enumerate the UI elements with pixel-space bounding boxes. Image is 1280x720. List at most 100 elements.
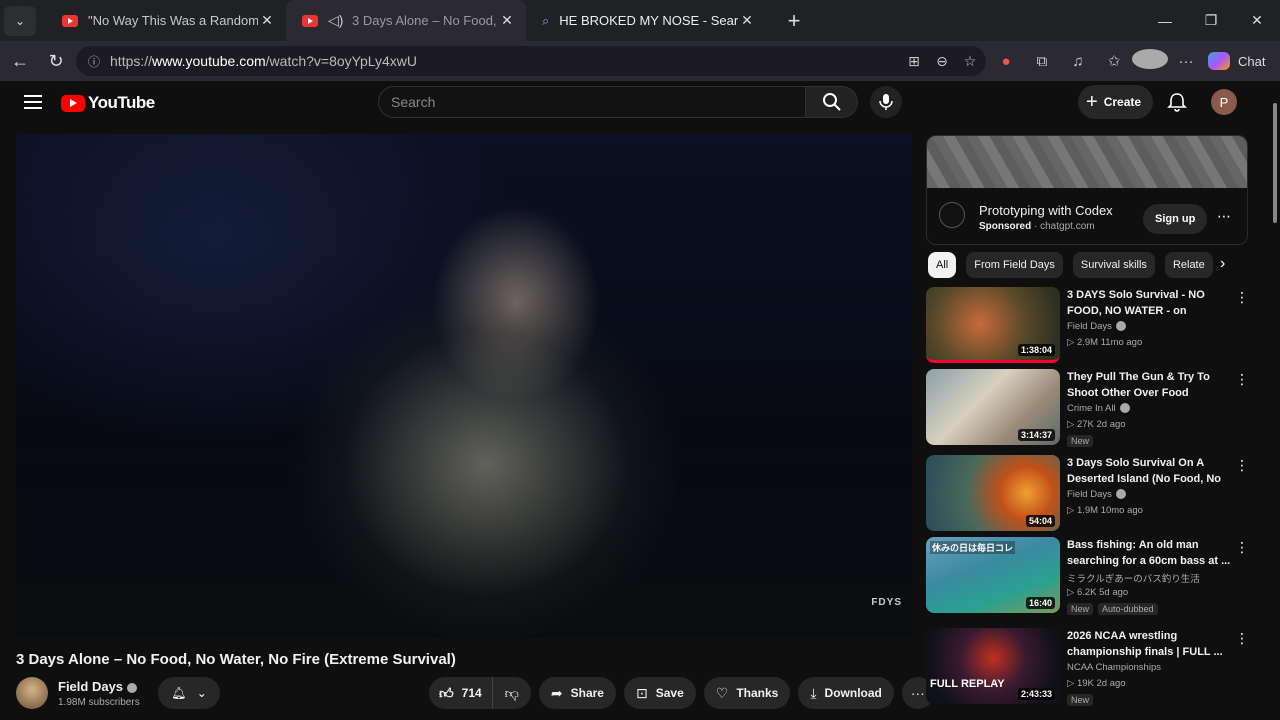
close-tab-icon[interactable]: ✕ [258, 12, 276, 29]
tab-current-video[interactable]: ◁) 3 Days Alone – No Food, No W ✕ [286, 0, 526, 41]
list-item[interactable]: 休みの日は毎日コレ 16:40 Bass fishing: An old man… [926, 537, 1256, 617]
channel-name: Field Days [58, 679, 124, 694]
search-input[interactable] [378, 86, 806, 118]
close-window-icon[interactable]: ✕ [1234, 0, 1280, 41]
video-thumbnail[interactable]: FULL REPLAY 2:43:33 [926, 628, 1060, 704]
favorite-star-icon[interactable]: ☆ [956, 53, 984, 70]
channel-watermark[interactable]: FDYS [871, 597, 902, 608]
speaker-icon[interactable]: ◁) [328, 12, 346, 29]
tab-search[interactable]: ⌕ HE BROKED MY NOSE - Search ✕ [526, 0, 766, 41]
download-button[interactable]: ⤓ Download [798, 677, 894, 709]
rec-title[interactable]: Bass fishing: An old man searching for a… [1067, 537, 1232, 569]
chat-label: Chat [1238, 53, 1266, 69]
chip-related[interactable]: Relate [1164, 252, 1213, 278]
duration-badge: 16:40 [1025, 597, 1055, 609]
tab-traffic-video[interactable]: "No Way This Was a Random Traffi ✕ [46, 0, 286, 41]
dislike-button[interactable]: 👎︎ [493, 677, 531, 709]
rec-meta: ▷ 1.9M 10mo ago [1067, 505, 1143, 516]
video-thumbnail[interactable]: 1:38:04 [926, 287, 1060, 363]
extension-badge-icon[interactable]: ● [988, 53, 1024, 70]
video-title: 3 Days Alone – No Food, No Water, No Fir… [16, 651, 456, 668]
address-bar-row: ← ↻ ⓘ https://www.youtube.com/watch?v=8o… [0, 41, 1280, 81]
app-available-icon[interactable]: ⊞ [900, 53, 928, 70]
rec-more-icon[interactable]: ⋮ [1235, 539, 1249, 556]
rec-title[interactable]: They Pull The Gun & Try To Shoot Other O… [1067, 369, 1232, 401]
rec-channel[interactable]: Field Days [1067, 321, 1126, 332]
rec-more-icon[interactable]: ⋮ [1235, 630, 1249, 647]
voice-search-button[interactable] [870, 86, 902, 118]
close-tab-icon[interactable]: ✕ [498, 12, 516, 29]
list-item[interactable]: 3:14:37 They Pull The Gun & Try To Shoot… [926, 369, 1256, 449]
rec-meta: ▷ 6.2K 5d ago [1067, 587, 1129, 598]
like-count: 714 [461, 686, 482, 700]
guide-menu-icon[interactable] [24, 95, 42, 109]
thumbs-down-icon: 👎︎ [504, 684, 519, 701]
rec-channel[interactable]: Crime In All [1067, 403, 1130, 414]
chip-all[interactable]: All [928, 252, 957, 278]
url-prefix: https:// [110, 53, 153, 69]
search-box [378, 86, 858, 118]
site-info-icon[interactable]: ⓘ [88, 53, 100, 70]
thumbnail-caption: FULL REPLAY [930, 678, 1005, 690]
chip-survival-skills[interactable]: Survival skills [1072, 252, 1155, 278]
thanks-button[interactable]: ♡ Thanks [703, 677, 791, 709]
tab-actions-chevron-icon[interactable]: ⌄ [4, 5, 36, 36]
video-thumbnail[interactable]: 休みの日は毎日コレ 16:40 [926, 537, 1060, 613]
more-menu-icon[interactable]: ··· [1168, 53, 1204, 70]
list-item[interactable]: FULL REPLAY 2:43:33 2026 NCAA wrestling … [926, 628, 1256, 708]
subscribed-notifications-button[interactable]: 🔔︎ ⌄ [158, 677, 220, 709]
chevron-down-icon: ⌄ [196, 686, 207, 700]
new-badge: New [1067, 435, 1094, 447]
rec-more-icon[interactable]: ⋮ [1235, 289, 1249, 306]
account-avatar[interactable]: P [1211, 89, 1237, 115]
rec-more-icon[interactable]: ⋮ [1235, 457, 1249, 474]
save-button[interactable]: ⊡ Save [623, 677, 696, 709]
rec-channel[interactable]: NCAA Championships [1067, 662, 1161, 673]
bookmark-icon: ⊡ [635, 684, 648, 701]
url-field[interactable]: ⓘ https://www.youtube.com/watch?v=8oyYpL… [76, 46, 986, 76]
back-arrow-icon[interactable]: ← [2, 51, 38, 72]
list-item[interactable]: 1:38:04 3 DAYS Solo Survival - NO FOOD, … [926, 287, 1256, 367]
like-button[interactable]: 👍︎ 714 [429, 677, 493, 709]
media-control-icon[interactable]: ♫ [1060, 53, 1096, 70]
duration-badge: 2:43:33 [1017, 688, 1055, 700]
rec-more-icon[interactable]: ⋮ [1235, 371, 1249, 388]
channel-avatar[interactable] [16, 677, 48, 709]
chip-from-field-days[interactable]: From Field Days [966, 252, 1063, 278]
new-tab-plus-icon[interactable]: + [776, 8, 812, 34]
share-button[interactable]: ➦ Share [538, 677, 616, 709]
video-player[interactable]: FDYS [16, 134, 912, 638]
close-tab-icon[interactable]: ✕ [738, 12, 756, 29]
rec-channel[interactable]: ミラクルぎあーのバス釣り生活 [1067, 571, 1200, 585]
save-label: Save [655, 686, 684, 700]
search-button[interactable] [806, 86, 858, 118]
video-actions: 👍︎ 714 👎︎ ➦ Share ⊡ Save ♡ Thanks ⤓ Download … [429, 677, 934, 709]
notifications-bell-icon[interactable] [1166, 91, 1188, 113]
extensions-puzzle-icon[interactable]: ⧉ [1024, 53, 1060, 70]
zoom-icon[interactable]: ⊖ [928, 53, 956, 70]
minimize-icon[interactable]: — [1142, 0, 1188, 41]
restore-icon[interactable]: ❐ [1188, 0, 1234, 41]
copilot-chat-button[interactable]: Chat [1208, 47, 1265, 75]
rec-meta: ▷ 27K 2d ago [1067, 419, 1126, 430]
video-thumbnail[interactable]: 3:14:37 [926, 369, 1060, 445]
ad-more-icon[interactable]: ⋯ [1217, 208, 1231, 225]
rec-title[interactable]: 3 DAYS Solo Survival - NO FOOD, NO WATER… [1067, 287, 1232, 319]
video-thumbnail[interactable]: 54:04 [926, 455, 1060, 531]
duration-badge: 1:38:04 [1017, 344, 1055, 356]
favorites-icon[interactable]: ✩ [1096, 52, 1132, 70]
rec-title[interactable]: 3 Days Solo Survival On A Deserted Islan… [1067, 455, 1232, 487]
reload-icon[interactable]: ↻ [38, 51, 74, 72]
youtube-logo[interactable]: YouTube [61, 93, 155, 113]
verified-badge-icon [1115, 321, 1126, 332]
rec-channel[interactable]: Field Days [1067, 489, 1126, 500]
profile-avatar-icon[interactable] [1132, 49, 1168, 73]
rec-title[interactable]: 2026 NCAA wrestling championship finals … [1067, 628, 1232, 660]
channel-name-link[interactable]: Field Days [58, 679, 138, 694]
create-button[interactable]: + Create [1078, 85, 1154, 119]
list-item[interactable]: 54:04 3 Days Solo Survival On A Deserted… [926, 455, 1256, 535]
sponsored-ad-card[interactable]: Prototyping with Codex Sponsored · chatg… [926, 135, 1248, 245]
ad-signup-button[interactable]: Sign up [1143, 204, 1208, 234]
chips-next-chevron-icon[interactable]: › [1220, 255, 1225, 273]
page-scrollbar[interactable] [1273, 103, 1277, 223]
